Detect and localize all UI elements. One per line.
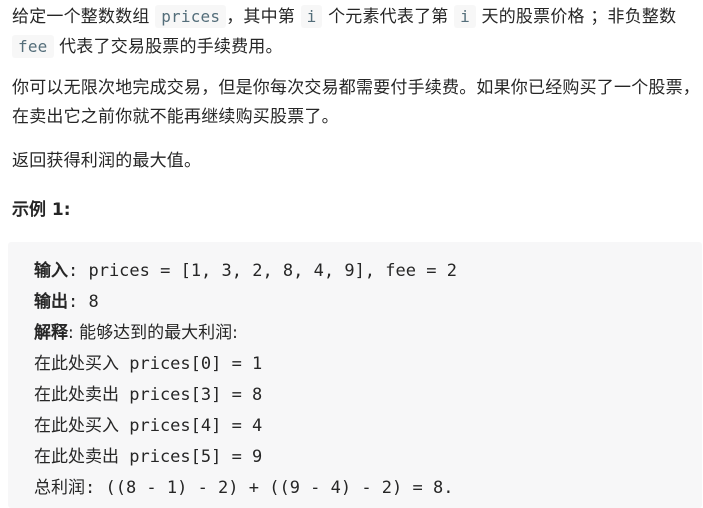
- example-code-block: 输入: prices = [1, 3, 2, 8, 4, 9], fee = 2…: [8, 242, 702, 508]
- output-label: 输出: [34, 292, 68, 312]
- step-text: 在此处买入: [34, 416, 119, 436]
- example-input-line: 输入: prices = [1, 3, 2, 8, 4, 9], fee = 2: [34, 259, 457, 283]
- step-code: prices[0] = 1: [119, 354, 263, 374]
- step-text: 在此处卖出: [34, 447, 119, 467]
- example-total-line: 总利润: ((8 - 1) - 2) + ((9 - 4) - 2) = 8.: [34, 476, 453, 500]
- step-code: prices[5] = 9: [119, 447, 263, 467]
- inline-code-fee: fee: [12, 35, 54, 58]
- example-step-line: 在此处卖出 prices[3] = 8: [34, 383, 262, 407]
- inline-code-i: i: [300, 5, 323, 28]
- inline-code-prices: prices: [155, 5, 227, 28]
- example-output-line: 输出: 8: [34, 290, 99, 314]
- statement-text-3: 个元素代表了第: [322, 7, 455, 27]
- total-label: 总利润: [34, 478, 85, 498]
- example-step-line: 在此处卖出 prices[5] = 9: [34, 445, 262, 469]
- step-code: prices[4] = 4: [119, 416, 263, 436]
- total-value: : ((8 - 1) - 2) + ((9 - 4) - 2) = 8.: [85, 478, 454, 498]
- inline-code-i-2: i: [454, 5, 476, 28]
- statement-text-2: ，其中第: [226, 7, 301, 27]
- input-value: : prices = [1, 3, 2, 8, 4, 9], fee = 2: [68, 261, 457, 281]
- example-explain-line: 解释: 能够达到的最大利润:: [34, 321, 238, 345]
- statement-text-1: 给定一个整数数组: [12, 7, 156, 27]
- explain-value: : 能够达到的最大利润:: [68, 323, 238, 343]
- example-title: 示例 1:: [12, 200, 71, 220]
- example-step-line: 在此处买入 prices[0] = 1: [34, 352, 262, 376]
- output-value: : 8: [68, 292, 99, 312]
- transaction-rules: 你可以无限次地完成交易，但是你每次交易都需要付手续费。如果你已经购买了一个股票，…: [12, 78, 700, 127]
- input-label: 输入: [34, 261, 68, 281]
- statement-text-4: 天的股票价格 ；非负整数: [475, 7, 677, 27]
- problem-statement: 给定一个整数数组 prices ，其中第 i 个元素代表了第 i 天的股票价格 ；…: [12, 2, 702, 62]
- example-step-line: 在此处买入 prices[4] = 4: [34, 414, 262, 438]
- statement-text-5: 代表了交易股票的手续费用。: [53, 37, 283, 57]
- explain-label: 解释: [34, 323, 68, 343]
- return-description: 返回获得利润的最大值。: [12, 151, 202, 171]
- step-text: 在此处卖出: [34, 385, 119, 405]
- step-code: prices[3] = 8: [119, 385, 263, 405]
- step-text: 在此处买入: [34, 354, 119, 374]
